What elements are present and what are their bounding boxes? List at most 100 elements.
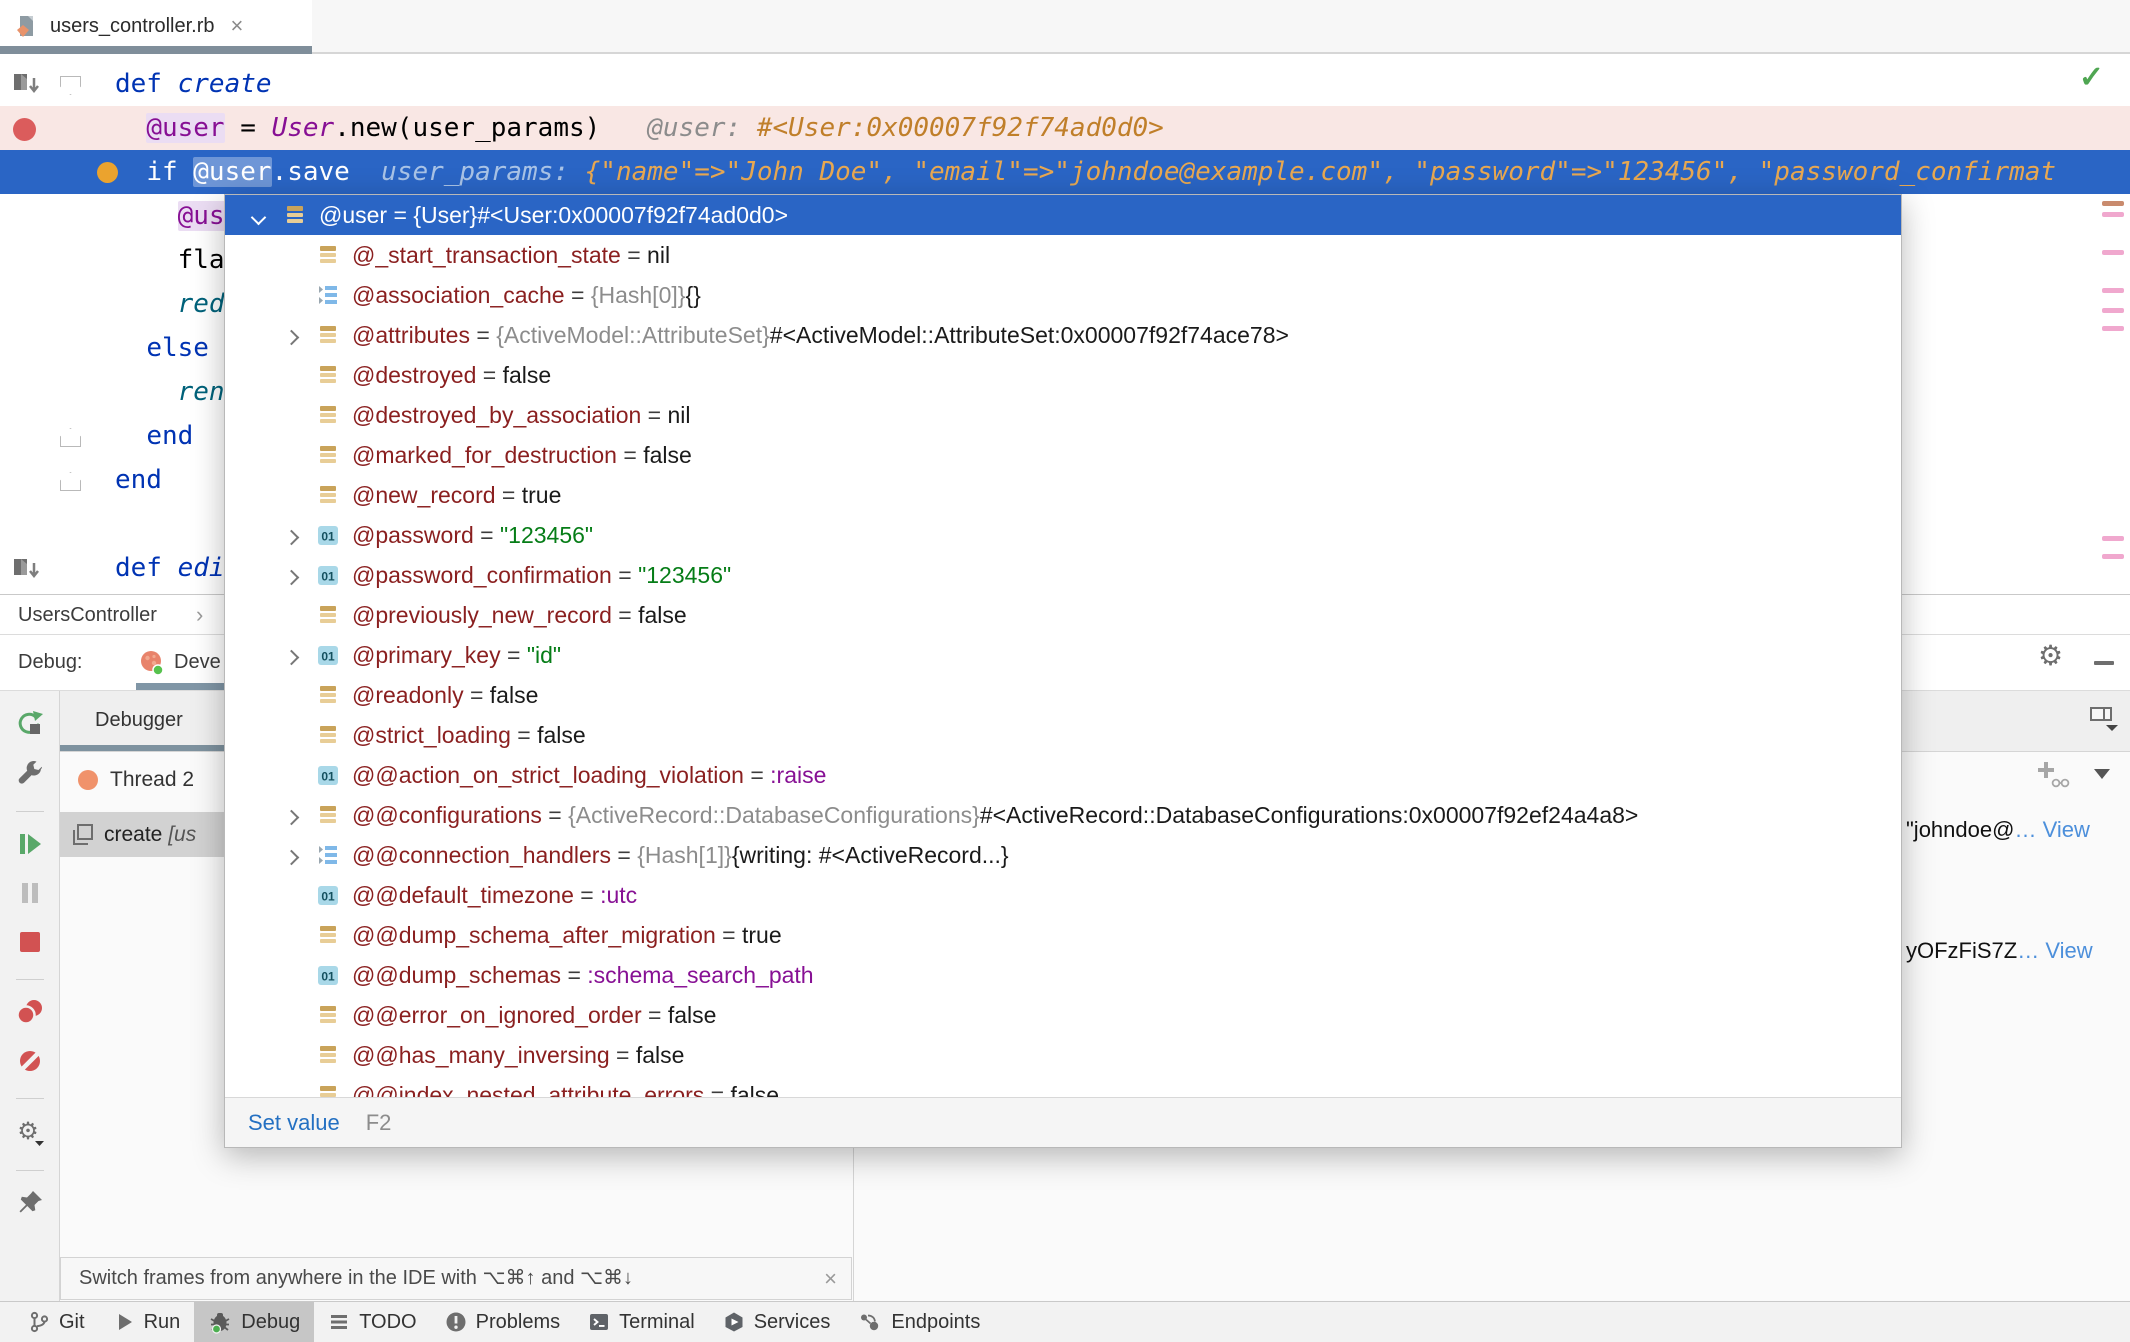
statusbar-item-todo[interactable]: TODO [314, 1302, 430, 1342]
chevron-down-icon[interactable] [251, 209, 267, 225]
todo-icon [328, 1311, 350, 1333]
tab-debugger[interactable]: Debugger [95, 691, 183, 749]
variable-value: true [742, 922, 782, 949]
chevron-right-icon[interactable] [284, 329, 300, 345]
variable-row[interactable]: 01@@dump_schemas = :schema_search_path [225, 955, 1901, 995]
variable-row[interactable]: 01@password_confirmation = "123456" [225, 555, 1901, 595]
chevron-right-icon[interactable] [284, 849, 300, 865]
gear-icon[interactable]: ⚙ [2038, 639, 2063, 672]
statusbar-item-problems[interactable]: Problems [431, 1302, 574, 1342]
config-tab-underline [136, 683, 224, 690]
wrench-icon[interactable] [16, 760, 44, 793]
dropdown-arrow-icon[interactable] [2094, 769, 2110, 779]
run-configuration-name[interactable]: Deve [174, 635, 221, 690]
error-stripe-mark[interactable] [2102, 201, 2124, 206]
layout-settings-icon[interactable] [2088, 703, 2118, 733]
variable-row[interactable]: @association_cache = {Hash[0]} {} [225, 275, 1901, 315]
code-line[interactable]: @user = User.new(user_params) @user: #<U… [0, 106, 2130, 150]
error-stripe-mark[interactable] [2102, 212, 2124, 217]
statusbar-item-services[interactable]: Services [709, 1302, 845, 1342]
ruby-file-icon [14, 13, 40, 39]
code-line[interactable]: def create [0, 62, 2130, 106]
error-stripe-mark[interactable] [2102, 250, 2124, 255]
variable-row[interactable]: @new_record = true [225, 475, 1901, 515]
variable-row[interactable]: @readonly = false [225, 675, 1901, 715]
field-icon [316, 923, 342, 947]
variable-row[interactable]: @marked_for_destruction = false [225, 435, 1901, 475]
statusbar-item-endpoints[interactable]: Endpoints [844, 1302, 994, 1342]
tab-users-controller[interactable]: users_controller.rb × [0, 0, 312, 52]
hide-icon[interactable] [2094, 661, 2114, 665]
variable-row[interactable]: @destroyed_by_association = nil [225, 395, 1901, 435]
variable-value: false [643, 442, 692, 469]
mute-breakpoints-icon[interactable] [16, 1047, 44, 1080]
chevron-right-icon[interactable] [284, 529, 300, 545]
variable-row[interactable]: 01@primary_key = "id" [225, 635, 1901, 675]
variable-row[interactable]: @attributes = {ActiveModel::AttributeSet… [225, 315, 1901, 355]
variable-row[interactable]: @@index_nested_attribute_errors = false [225, 1075, 1901, 1097]
variable-row[interactable]: @previously_new_record = false [225, 595, 1901, 635]
variable-row[interactable]: @strict_loading = false [225, 715, 1901, 755]
stop-icon[interactable] [16, 928, 44, 961]
rails-action-icon[interactable] [12, 557, 42, 583]
variable-row[interactable]: 01@@default_timezone = :utc [225, 875, 1901, 915]
variable-name: @destroyed [352, 362, 476, 389]
variable-value: false [636, 1042, 685, 1069]
variable-row[interactable]: @@configurations = {ActiveRecord::Databa… [225, 795, 1901, 835]
endpoints-icon [858, 1311, 882, 1333]
breadcrumb[interactable]: UsersController [18, 595, 157, 635]
error-stripe-mark[interactable] [2102, 308, 2124, 313]
rerun-icon[interactable] [15, 709, 45, 744]
variable-row[interactable]: @@connection_handlers = {Hash[1]} {writi… [225, 835, 1901, 875]
variable-value: {ActiveRecord::DatabaseConfigurations} [568, 802, 980, 829]
statusbar-item-terminal[interactable]: Terminal [574, 1302, 709, 1342]
inspections-ok-icon[interactable]: ✓ [2079, 60, 2104, 95]
statusbar-item-git[interactable]: Git [14, 1302, 99, 1342]
variable-value: {Hash[0]} [591, 282, 686, 309]
error-stripe-mark[interactable] [2102, 288, 2124, 293]
variable-row[interactable]: @_start_transaction_state = nil [225, 235, 1901, 275]
tab-close-icon[interactable]: × [231, 13, 244, 39]
view-breakpoints-icon[interactable] [15, 998, 45, 1031]
settings-icon[interactable]: ⚙ [15, 1117, 45, 1152]
view-link[interactable]: View [2045, 938, 2092, 963]
statusbar-item-debug[interactable]: Debug [194, 1302, 314, 1342]
error-stripe-mark[interactable] [2102, 536, 2124, 541]
statusbar-label: Run [144, 1311, 181, 1334]
pause-icon[interactable] [16, 879, 44, 912]
git-icon [28, 1311, 50, 1333]
variable-value: "id" [527, 642, 561, 669]
chevron-right-icon[interactable] [284, 649, 300, 665]
svg-text:01: 01 [321, 650, 335, 664]
variable-value-row[interactable]: "johndoe@… View [1906, 817, 2090, 843]
code-line[interactable]: if @user.save user_params: {"name"=>"Joh… [0, 150, 2130, 194]
toolbar-divider [16, 979, 44, 980]
pin-icon[interactable] [16, 1189, 44, 1222]
variable-row[interactable]: @@dump_schema_after_migration = true [225, 915, 1901, 955]
chevron-right-icon[interactable] [284, 569, 300, 585]
variable-row[interactable]: @@has_many_inversing = false [225, 1035, 1901, 1075]
variable-row[interactable]: 01@password = "123456" [225, 515, 1901, 555]
breakpoint-icon[interactable] [13, 118, 36, 141]
thread-icon [78, 770, 98, 790]
execution-point-icon [97, 162, 118, 183]
statusbar-item-run[interactable]: Run [99, 1302, 195, 1342]
variable-value-row[interactable]: yOFzFiS7Z… View [1906, 938, 2093, 964]
variable-row[interactable]: @user = {User} #<User:0x00007f92f74ad0d0… [225, 195, 1901, 235]
add-watch-icon[interactable] [2034, 760, 2070, 790]
variable-row[interactable]: 01@@action_on_strict_loading_violation =… [225, 755, 1901, 795]
frame-label: create [us [104, 812, 196, 857]
debug-icon [208, 1310, 232, 1334]
chevron-right-icon[interactable] [284, 809, 300, 825]
variable-name: @@connection_handlers [352, 842, 611, 869]
close-icon[interactable]: × [824, 1258, 837, 1299]
variable-value: false [503, 362, 552, 389]
resume-icon[interactable] [16, 830, 44, 863]
rails-action-icon[interactable] [12, 72, 42, 98]
error-stripe-mark[interactable] [2102, 326, 2124, 331]
set-value-button[interactable]: Set value [248, 1110, 340, 1136]
view-link[interactable]: View [2043, 817, 2090, 842]
variable-row[interactable]: @destroyed = false [225, 355, 1901, 395]
error-stripe-mark[interactable] [2102, 554, 2124, 559]
variable-row[interactable]: @@error_on_ignored_order = false [225, 995, 1901, 1035]
